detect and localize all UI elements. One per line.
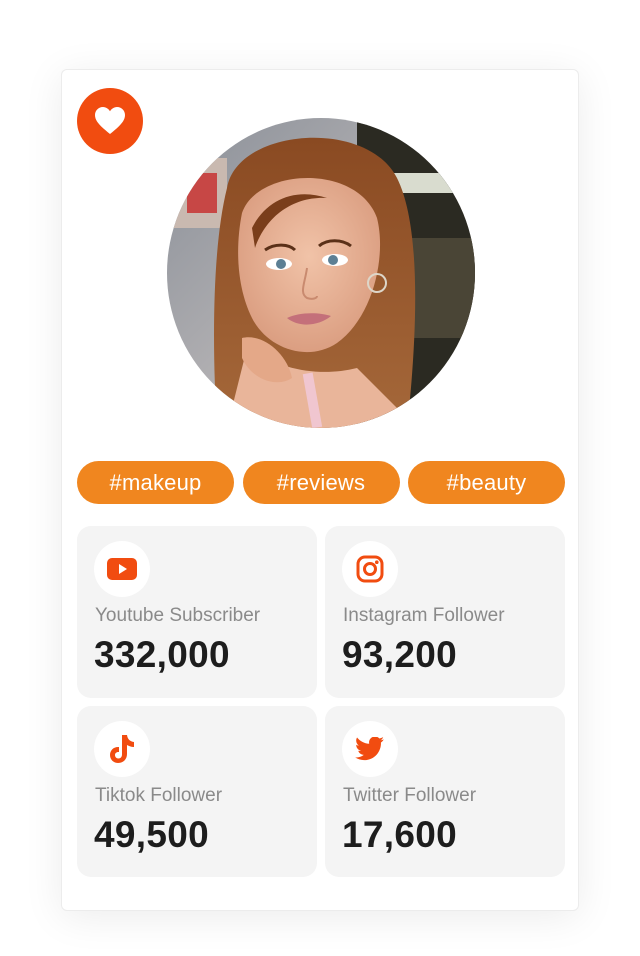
favorite-button[interactable] <box>77 88 143 154</box>
tag-list: #makeup #reviews #beauty <box>77 461 565 504</box>
twitter-icon <box>355 737 384 761</box>
youtube-icon <box>107 558 137 580</box>
instagram-icon <box>356 555 384 583</box>
stat-card-youtube[interactable]: Youtube Subscriber 332,000 <box>77 526 317 698</box>
tag-chip[interactable]: #reviews <box>242 461 400 504</box>
tiktok-icon <box>110 735 134 763</box>
tag-chip[interactable]: #beauty <box>408 461 565 504</box>
stat-card-twitter[interactable]: Twitter Follower 17,600 <box>325 706 565 877</box>
stat-value: 332,000 <box>94 634 230 675</box>
stat-icon-badge <box>94 541 150 597</box>
stat-icon-badge <box>342 541 398 597</box>
stat-label: Twitter Follower <box>343 785 477 806</box>
stat-card-instagram[interactable]: Instagram Follower 93,200 <box>325 526 565 698</box>
stat-icon-badge <box>94 721 150 777</box>
stat-label: Instagram Follower <box>343 605 505 626</box>
stat-value: 93,200 <box>342 634 457 675</box>
stat-label: Youtube Subscriber <box>95 605 261 626</box>
profile-photo <box>167 118 475 428</box>
stat-value: 49,500 <box>94 814 209 855</box>
stat-label: Tiktok Follower <box>95 785 223 806</box>
profile-card: #makeup #reviews #beauty Youtube Subscri… <box>61 69 579 911</box>
tag-chip[interactable]: #makeup <box>77 461 234 504</box>
stats-grid: Youtube Subscriber 332,000 Instagram Fol… <box>77 526 565 877</box>
stat-card-tiktok[interactable]: Tiktok Follower 49,500 <box>77 706 317 877</box>
stat-value: 17,600 <box>342 814 457 855</box>
heart-icon <box>95 107 125 134</box>
stat-icon-badge <box>342 721 398 777</box>
